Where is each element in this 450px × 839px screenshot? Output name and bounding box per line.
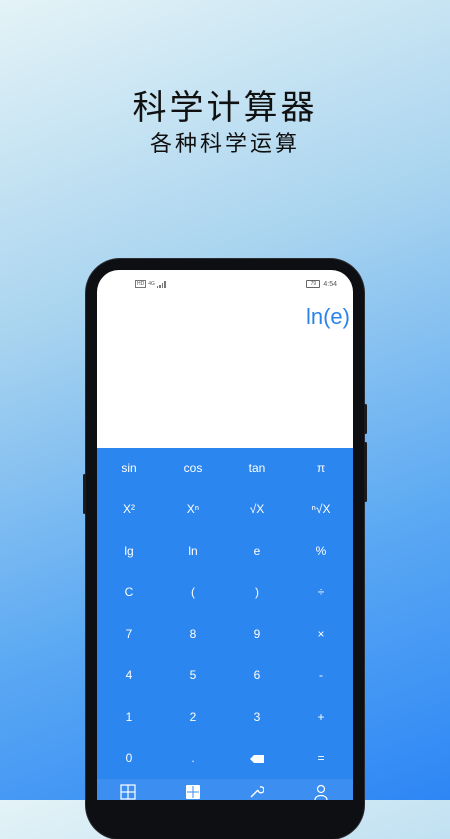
phone-screen: HD 4G 79 4:54 ln(e) sin cos tan π X² Xⁿ … xyxy=(97,270,353,800)
key-lg[interactable]: lg xyxy=(97,531,161,572)
battery-level: 79 xyxy=(310,281,317,287)
calculator-grid-icon[interactable] xyxy=(120,784,136,800)
key-9[interactable]: 9 xyxy=(225,614,289,655)
key-3[interactable]: 3 xyxy=(225,697,289,738)
phone-right-button-top xyxy=(364,404,367,434)
key-percent[interactable]: % xyxy=(289,531,353,572)
hero-subtitle: 各种科学运算 xyxy=(149,132,300,157)
key-close-paren[interactable]: ) xyxy=(225,572,289,613)
key-tan[interactable]: tan xyxy=(225,448,289,489)
keypad: sin cos tan π X² Xⁿ √X ⁿ√X lg ln e % C (… xyxy=(97,448,353,800)
key-sin[interactable]: sin xyxy=(97,448,161,489)
network-label: 4G xyxy=(148,281,155,287)
backspace-icon xyxy=(250,754,264,763)
phone-right-button-bottom xyxy=(364,442,367,502)
key-multiply[interactable]: × xyxy=(289,614,353,655)
key-7[interactable]: 7 xyxy=(97,614,161,655)
key-minus[interactable]: - xyxy=(289,655,353,696)
key-sqrt[interactable]: √X xyxy=(225,489,289,530)
key-8[interactable]: 8 xyxy=(161,614,225,655)
key-0[interactable]: 0 xyxy=(97,738,161,779)
key-open-paren[interactable]: ( xyxy=(161,572,225,613)
key-2[interactable]: 2 xyxy=(161,697,225,738)
user-icon[interactable] xyxy=(313,784,329,800)
key-clear[interactable]: C xyxy=(97,572,161,613)
key-6[interactable]: 6 xyxy=(225,655,289,696)
key-e[interactable]: e xyxy=(225,531,289,572)
battery-icon: 79 xyxy=(306,280,321,288)
key-5[interactable]: 5 xyxy=(161,655,225,696)
phone-left-button xyxy=(83,474,86,514)
hd-badge: HD xyxy=(135,280,147,288)
tools-icon[interactable] xyxy=(248,784,264,800)
status-time: 4:54 xyxy=(323,280,337,288)
signal-icon xyxy=(156,280,166,288)
bottom-tab-bar xyxy=(97,779,353,800)
key-1[interactable]: 1 xyxy=(97,697,161,738)
key-equals[interactable]: = xyxy=(289,738,353,779)
key-4[interactable]: 4 xyxy=(97,655,161,696)
display-expression: ln(e) xyxy=(305,304,350,329)
scientific-calc-icon[interactable] xyxy=(185,784,201,800)
key-pi[interactable]: π xyxy=(289,448,353,489)
key-decimal[interactable]: . xyxy=(161,738,225,779)
key-ln[interactable]: ln xyxy=(161,531,225,572)
key-power[interactable]: Xⁿ xyxy=(161,489,225,530)
key-square[interactable]: X² xyxy=(97,489,161,530)
key-plus[interactable]: + xyxy=(289,697,353,738)
key-divide[interactable]: ÷ xyxy=(289,572,353,613)
status-bar: HD 4G 79 4:54 xyxy=(97,280,353,292)
key-backspace[interactable] xyxy=(225,738,289,779)
hero-title: 科学计算器 xyxy=(132,88,318,128)
key-cos[interactable]: cos xyxy=(161,448,225,489)
key-nth-root[interactable]: ⁿ√X xyxy=(289,489,353,530)
